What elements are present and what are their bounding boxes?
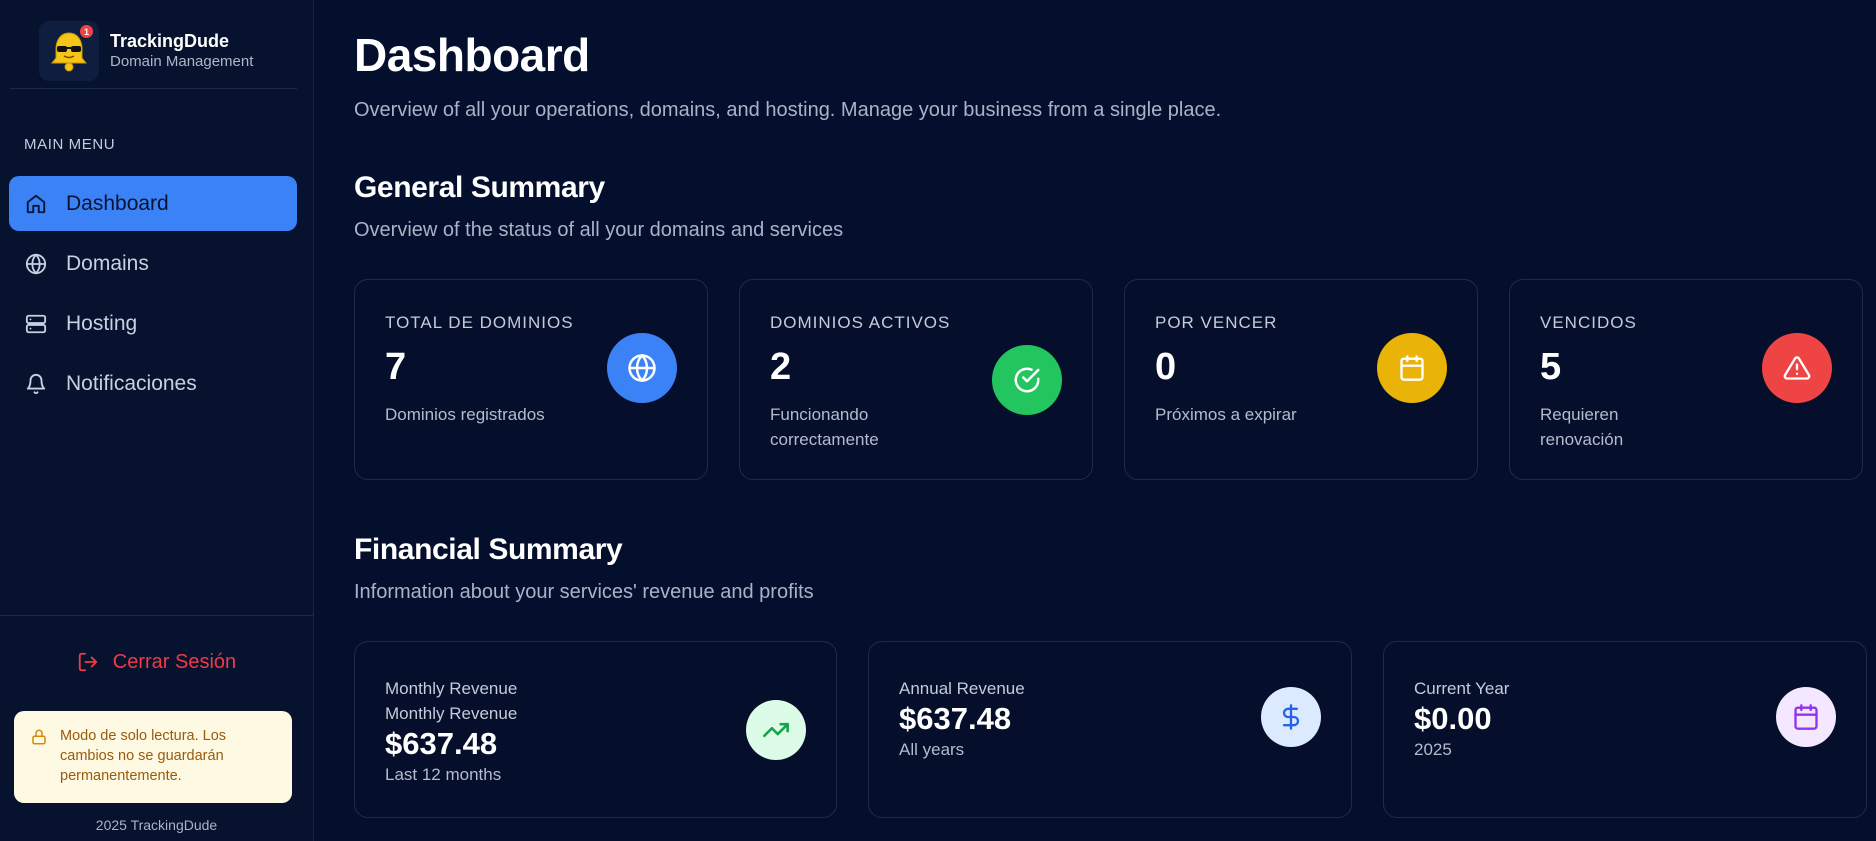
home-icon: [24, 192, 48, 216]
notification-badge: 1: [80, 25, 93, 38]
section-title: Financial Summary: [354, 533, 623, 566]
stat-card-total-domains: TOTAL DE DOMINIOS 7 Dominios registrados: [354, 279, 708, 480]
sidebar-item-notificaciones[interactable]: Notificaciones: [9, 356, 297, 411]
stat-card-expired: VENCIDOS 5 Requieren renovación: [1509, 279, 1863, 480]
page-header: Dashboard Overview of all your operation…: [354, 30, 1221, 122]
revenue-card-annual: Annual Revenue $637.48 All years: [868, 641, 1352, 818]
card-label: TOTAL DE DOMINIOS: [385, 313, 574, 332]
revenue-card-current-year: Current Year $0.00 2025: [1383, 641, 1867, 818]
server-icon: [24, 312, 48, 336]
brand-subtitle: Domain Management: [110, 53, 254, 70]
globe-icon: [607, 333, 677, 403]
sidebar-item-domains[interactable]: Domains: [9, 236, 297, 291]
sidebar-item-hosting[interactable]: Hosting: [9, 296, 297, 351]
copyright: 2025 TrackingDude: [95, 817, 218, 833]
card-label: VENCIDOS: [1540, 313, 1637, 332]
section-subtitle: Overview of the status of all your domai…: [354, 219, 844, 241]
sidebar: 1 TrackingDude Domain Management MAIN ME…: [0, 0, 314, 841]
section-subtitle: Information about your services' revenue…: [354, 581, 814, 603]
card-label: Monthly Revenue: [385, 679, 518, 698]
dollar-icon: [1261, 687, 1321, 747]
card-description: Funcionando correctamente: [770, 405, 879, 449]
trending-up-icon: [746, 700, 806, 760]
card-label: POR VENCER: [1155, 313, 1278, 332]
page-title: Dashboard: [354, 29, 590, 81]
logout-button[interactable]: Cerrar Sesión: [0, 650, 313, 674]
globe-icon: [24, 252, 48, 276]
card-description: Last 12 months: [385, 765, 502, 784]
financial-summary-header: Financial Summary Information about your…: [354, 533, 814, 604]
sidebar-item-label: Dashboard: [66, 191, 169, 215]
alert-triangle-icon: [1762, 333, 1832, 403]
logout-icon: [77, 650, 101, 674]
main-nav: Dashboard Domains Hosting Notificaciones: [0, 176, 313, 411]
logout-label: Cerrar Sesión: [112, 650, 237, 673]
page-subtitle: Overview of all your operations, domains…: [354, 99, 1222, 121]
general-summary-header: General Summary Overview of the status o…: [354, 171, 843, 242]
bell-icon: [24, 372, 48, 396]
financial-summary-cards: Monthly Revenue Monthly Revenue $637.48 …: [354, 641, 1867, 818]
brand-logo: 1: [39, 21, 99, 81]
sidebar-item-label: Notificaciones: [66, 371, 197, 395]
sidebar-item-dashboard[interactable]: Dashboard: [9, 176, 297, 231]
brand[interactable]: 1 TrackingDude Domain Management: [10, 0, 297, 89]
card-description: Próximos a expirar: [1155, 405, 1297, 424]
readonly-text: Modo de solo lectura. Los cambios no se …: [60, 728, 227, 784]
sidebar-item-label: Hosting: [66, 311, 138, 335]
calendar-icon: [1377, 333, 1447, 403]
lock-icon: [30, 728, 50, 748]
sidebar-item-label: Domains: [66, 251, 149, 275]
check-circle-icon: [992, 345, 1062, 415]
menu-label: MAIN MENU: [24, 136, 116, 153]
general-summary-cards: TOTAL DE DOMINIOS 7 Dominios registrados…: [354, 279, 1863, 480]
revenue-card-monthly: Monthly Revenue Monthly Revenue $637.48 …: [354, 641, 837, 818]
card-description: Requieren renovación: [1540, 405, 1624, 449]
readonly-notice: Modo de solo lectura. Los cambios no se …: [14, 711, 292, 803]
card-label: DOMINIOS ACTIVOS: [770, 313, 951, 332]
stat-card-active-domains: DOMINIOS ACTIVOS 2 Funcionando correctam…: [739, 279, 1093, 480]
brand-name: TrackingDude: [110, 31, 230, 51]
stat-card-expiring: POR VENCER 0 Próximos a expirar: [1124, 279, 1478, 480]
card-description: Dominios registrados: [385, 405, 545, 424]
calendar-icon: [1776, 687, 1836, 747]
section-title: General Summary: [354, 171, 605, 204]
sidebar-footer: Cerrar Sesión Modo de solo lectura. Los …: [0, 615, 313, 833]
